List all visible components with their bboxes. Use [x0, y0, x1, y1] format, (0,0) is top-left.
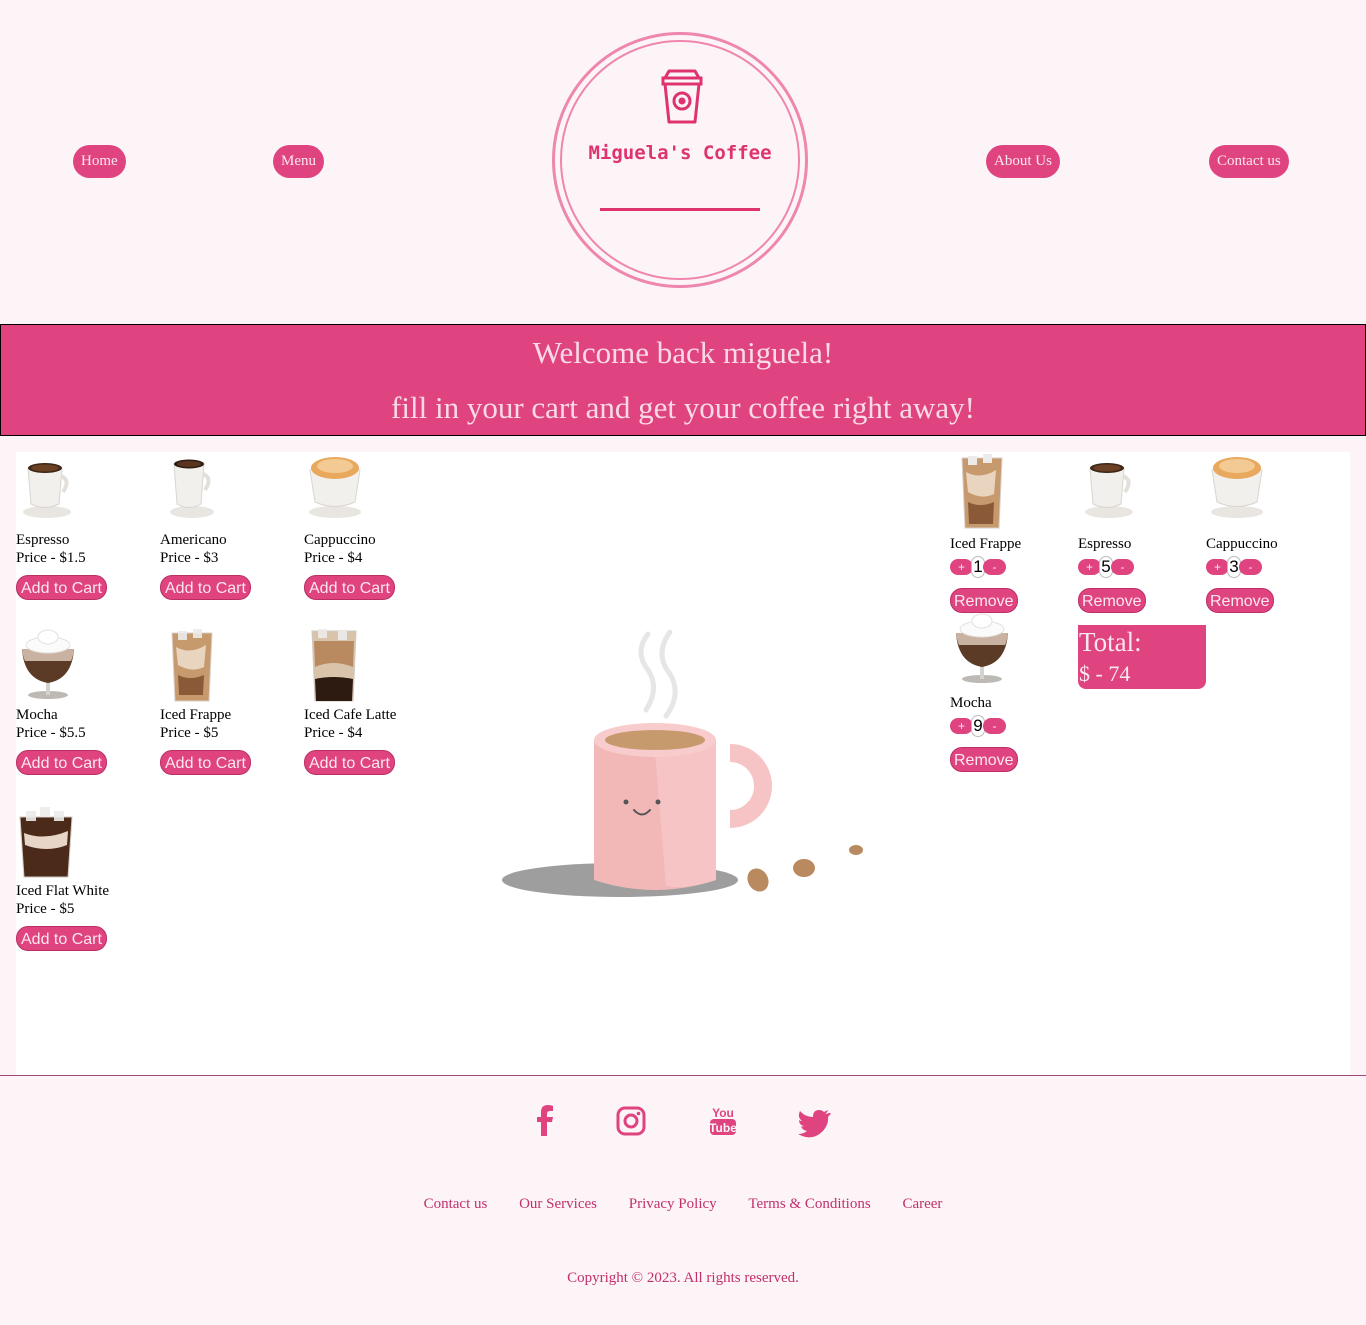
site-footer: You Tube Contact us Our Services Privacy…: [0, 1075, 1366, 1325]
cart-item-name: Mocha: [950, 695, 992, 711]
product-price: Price - $1.5: [16, 550, 86, 566]
product-card-mocha: Mocha Price - $5.5 Add to Cart: [16, 627, 156, 775]
quantity-stepper: + 9 -: [950, 715, 1006, 737]
product-card-espresso: Espresso Price - $1.5 Add to Cart: [16, 452, 156, 600]
product-price: Price - $4: [304, 550, 363, 566]
product-name: Iced Frappe: [160, 707, 232, 723]
add-to-cart-button[interactable]: Add to Cart: [304, 575, 395, 600]
decrease-button[interactable]: -: [1111, 559, 1134, 575]
quantity-stepper: + 3 -: [1206, 556, 1262, 578]
nav-contact-button[interactable]: Contact us: [1209, 145, 1289, 178]
decrease-button[interactable]: -: [983, 559, 1006, 575]
remove-button[interactable]: Remove: [950, 747, 1018, 772]
product-card-cappuccino: Cappuccino Price - $4 Add to Cart: [304, 452, 444, 600]
total-label: Total:: [1079, 627, 1142, 657]
cart-total: Total: $ - 74: [1078, 625, 1206, 689]
smiling-mug-illustration: [502, 630, 863, 897]
cappuccino-cup-icon: [309, 457, 361, 518]
brand-name: Miguela's Coffee: [588, 142, 772, 164]
product-card-iced-cafe-latte: Iced Cafe Latte Price - $4 Add to Cart: [304, 627, 444, 775]
add-to-cart-button[interactable]: Add to Cart: [160, 575, 251, 600]
coffee-cup-icon: [661, 69, 703, 124]
mocha-glass-icon: [956, 613, 1008, 683]
espresso-cup-icon: [1085, 463, 1133, 518]
increase-button[interactable]: +: [950, 718, 973, 734]
product-card-americano: Americano Price - $3 Add to Cart: [160, 452, 300, 600]
cart-item-name: Cappuccino: [1206, 536, 1278, 552]
iced-latte-glass-icon: [311, 629, 357, 702]
cart-item-name: Espresso: [1078, 536, 1132, 552]
add-to-cart-button[interactable]: Add to Cart: [16, 926, 107, 951]
product-name: Iced Flat White: [16, 883, 110, 899]
welcome-message: Welcome back miguela!: [532, 335, 834, 370]
product-price: Price - $5: [160, 725, 219, 741]
increase-button[interactable]: +: [950, 559, 973, 575]
increase-button[interactable]: +: [1206, 559, 1229, 575]
product-name: Mocha: [16, 707, 58, 723]
cappuccino-cup-icon: [1211, 457, 1263, 518]
footer-link-services[interactable]: Our Services: [519, 1196, 597, 1212]
product-price: Price - $3: [160, 550, 219, 566]
nav-menu-button[interactable]: Menu: [273, 145, 324, 178]
svg-text:You: You: [712, 1106, 734, 1120]
svg-text:Tube: Tube: [709, 1121, 737, 1135]
instagram-icon[interactable]: [614, 1104, 648, 1138]
product-card-iced-frappe: Iced Frappe Price - $5 Add to Cart: [160, 627, 300, 775]
cart-item-name: Iced Frappe: [950, 536, 1022, 552]
add-to-cart-button[interactable]: Add to Cart: [16, 575, 107, 600]
footer-link-contact[interactable]: Contact us: [424, 1196, 488, 1212]
product-name: Americano: [160, 532, 227, 548]
welcome-subtitle: fill in your cart and get your coffee ri…: [391, 390, 975, 425]
iced-frappe-glass-icon: [171, 629, 213, 702]
facebook-icon[interactable]: [528, 1104, 562, 1138]
product-name: Espresso: [16, 532, 70, 548]
logo-underline: [600, 208, 760, 211]
footer-link-terms[interactable]: Terms & Conditions: [748, 1196, 870, 1212]
nav-home-button[interactable]: Home: [73, 145, 126, 178]
cart-item-espresso: Espresso + 5 - Remove: [1078, 452, 1206, 613]
americano-cup-icon: [170, 459, 214, 518]
product-name: Iced Cafe Latte: [304, 707, 397, 723]
product-price: Price - $5: [16, 901, 75, 917]
quantity-stepper: + 1 -: [950, 556, 1006, 578]
remove-button[interactable]: Remove: [1078, 588, 1146, 613]
twitter-icon[interactable]: [798, 1104, 832, 1138]
remove-button[interactable]: Remove: [1206, 588, 1274, 613]
iced-flat-white-glass-icon: [19, 807, 73, 878]
product-price: Price - $4: [304, 725, 363, 741]
increase-button[interactable]: +: [1078, 559, 1101, 575]
cart-item-cappuccino: Cappuccino + 3 - Remove: [1206, 452, 1334, 613]
mocha-glass-icon: [22, 629, 74, 699]
decrease-button[interactable]: -: [1239, 559, 1262, 575]
add-to-cart-button[interactable]: Add to Cart: [304, 750, 395, 775]
iced-frappe-glass-icon: [961, 454, 1003, 529]
cart-item-mocha: Mocha + 9 - Remove: [950, 611, 1078, 772]
footer-link-privacy[interactable]: Privacy Policy: [629, 1196, 717, 1212]
add-to-cart-button[interactable]: Add to Cart: [16, 750, 107, 775]
shop-area: Espresso Price - $1.5 Add to Cart Americ…: [16, 452, 1350, 1075]
footer-links: Contact us Our Services Privacy Policy T…: [0, 1196, 1366, 1213]
site-header: Home Menu Miguela's Coffee About Us Cont…: [0, 0, 1366, 324]
total-value: $ - 74: [1079, 661, 1131, 686]
product-card-iced-flat-white: Iced Flat White Price - $5 Add to Cart: [16, 803, 156, 951]
nav-about-button[interactable]: About Us: [986, 145, 1060, 178]
remove-button[interactable]: Remove: [950, 588, 1018, 613]
quantity-stepper: + 5 -: [1078, 556, 1134, 578]
copyright-text: Copyright © 2023. All rights reserved.: [567, 1270, 799, 1286]
welcome-banner: Welcome back miguela! fill in your cart …: [0, 324, 1366, 436]
cart-item-iced-frappe: Iced Frappe + 1 - Remove: [950, 452, 1078, 613]
espresso-cup-icon: [23, 463, 71, 518]
decrease-button[interactable]: -: [983, 718, 1006, 734]
product-name: Cappuccino: [304, 532, 376, 548]
add-to-cart-button[interactable]: Add to Cart: [160, 750, 251, 775]
brand-logo[interactable]: Miguela's Coffee: [552, 32, 808, 288]
youtube-icon[interactable]: You Tube: [706, 1104, 740, 1138]
footer-link-career[interactable]: Career: [902, 1196, 942, 1212]
product-price: Price - $5.5: [16, 725, 86, 741]
